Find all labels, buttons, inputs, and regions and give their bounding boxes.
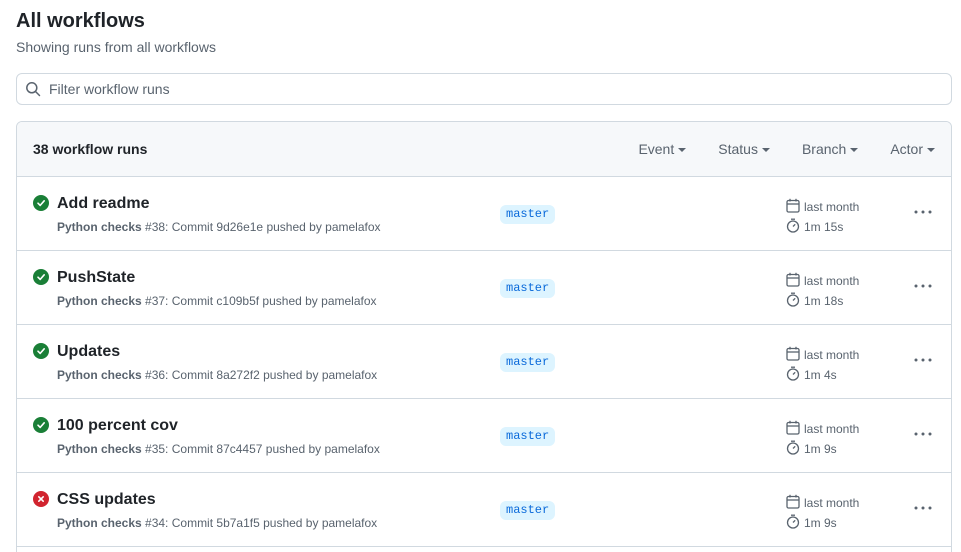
calendar-icon [786,198,804,217]
caret-down-icon [678,147,687,152]
page-subtitle: Showing runs from all workflows [16,39,216,55]
run-meta: Python checks #38: Commit 9d26e1e pushed… [57,219,381,235]
run-date: last month [804,496,860,510]
runs-list-header: 38 workflow runs Event Status Branch Act… [17,122,951,177]
workflow-name: Python checks [57,220,142,234]
run-meta: Python checks #35: Commit 87c4457 pushed… [57,441,380,457]
run-meta: Python checks #34: Commit 5b7a1f5 pushed… [57,515,377,531]
workflow-name: Python checks [57,442,142,456]
kebab-horizontal-icon[interactable] [911,352,935,368]
workflow-runs-list: 38 workflow runs Event Status Branch Act… [16,121,952,552]
run-details: #34: Commit 5b7a1f5 pushed by pamelafox [141,516,378,530]
branch-label[interactable]: master [500,427,556,446]
check-circle-icon [33,269,49,285]
branch-label[interactable]: master [500,279,556,298]
stopwatch-icon [786,514,804,533]
caret-down-icon [927,147,935,152]
search-icon [25,81,41,97]
filter-branch-dropdown[interactable]: Branch [801,141,859,157]
filter-event-label: Event [638,141,675,157]
branch-label[interactable]: master [500,501,556,520]
run-title-link[interactable]: PushState [57,268,135,288]
kebab-horizontal-icon[interactable] [911,204,935,220]
run-duration: 1m 18s [804,294,844,308]
stopwatch-icon [786,218,804,237]
run-date: last month [804,348,860,362]
workflow-name: Python checks [57,294,142,308]
run-duration: 1m 9s [804,516,837,530]
kebab-horizontal-icon[interactable] [911,278,935,294]
filter-actor-label: Actor [890,141,923,157]
run-details: #36: Commit 8a272f2 pushed by pamelafox [141,368,378,382]
kebab-horizontal-icon[interactable] [911,500,935,516]
run-duration: 1m 15s [804,220,844,234]
run-title-link[interactable]: Updates [57,342,120,362]
branch-label[interactable]: master [500,205,556,224]
stopwatch-icon [786,366,804,385]
run-row[interactable]: CSS updates Python checks #34: Commit 5b… [17,473,951,547]
check-circle-icon [33,343,49,359]
run-row[interactable]: Updates Python checks #36: Commit 8a272f… [17,325,951,399]
workflow-name: Python checks [57,516,142,530]
run-timing: last month 1m 4s [786,345,859,385]
run-date: last month [804,422,860,436]
run-count: 38 workflow runs [33,141,148,157]
filter-branch-label: Branch [801,141,847,157]
calendar-icon [786,494,804,513]
run-row[interactable]: Add readme Python checks #38: Commit 9d2… [17,177,951,251]
run-timing: last month 1m 15s [786,197,859,237]
run-title-link[interactable]: CSS updates [57,490,156,510]
page-title: All workflows [16,10,145,32]
filter-status-label: Status [718,141,758,157]
run-timing: last month 1m 9s [786,493,859,533]
kebab-horizontal-icon[interactable] [911,426,935,442]
workflow-name: Python checks [57,368,142,382]
run-details: #38: Commit 9d26e1e pushed by pamelafox [141,220,381,234]
run-title-link[interactable]: Add readme [57,194,149,214]
filter-event-dropdown[interactable]: Event [638,141,687,157]
run-timing: last month 1m 18s [786,271,859,311]
run-duration: 1m 4s [804,368,837,382]
run-timing: last month 1m 9s [786,419,859,459]
check-circle-icon [33,195,49,211]
filter-bar: Event Status Branch Actor [606,122,935,176]
search-input[interactable] [49,81,929,97]
filter-status-dropdown[interactable]: Status [718,141,770,157]
run-meta: Python checks #37: Commit c109b5f pushed… [57,293,377,309]
filter-actor-dropdown[interactable]: Actor [890,141,935,157]
run-meta: Python checks #36: Commit 8a272f2 pushed… [57,367,377,383]
calendar-icon [786,346,804,365]
run-details: #37: Commit c109b5f pushed by pamelafox [141,294,377,308]
run-row[interactable]: 100 percent cov Python checks #35: Commi… [17,399,951,473]
stopwatch-icon [786,292,804,311]
filter-runs-search[interactable] [16,73,952,105]
x-circle-icon [33,491,49,507]
branch-label[interactable]: master [500,353,556,372]
run-date: last month [804,200,860,214]
run-details: #35: Commit 87c4457 pushed by pamelafox [141,442,380,456]
caret-down-icon [761,147,770,152]
run-date: last month [804,274,860,288]
caret-down-icon [850,147,859,152]
run-duration: 1m 9s [804,442,837,456]
calendar-icon [786,272,804,291]
check-circle-icon [33,417,49,433]
run-title-link[interactable]: 100 percent cov [57,416,178,436]
calendar-icon [786,420,804,439]
stopwatch-icon [786,440,804,459]
run-row[interactable]: PushState Python checks #37: Commit c109… [17,251,951,325]
